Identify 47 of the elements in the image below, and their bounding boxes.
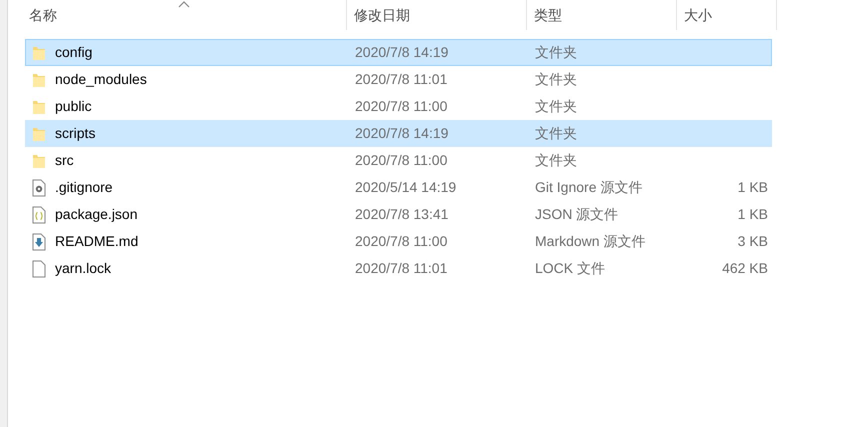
- folder-icon: [32, 72, 46, 88]
- file-name: public: [55, 97, 92, 116]
- file-row[interactable]: scripts 2020/7/8 14:19 文件夹: [25, 120, 772, 147]
- file-size: 1 KB: [738, 178, 768, 197]
- modified-date: 2020/7/8 11:01: [355, 260, 448, 276]
- file-size: 3 KB: [738, 232, 768, 251]
- column-header[interactable]: 大小: [677, 0, 777, 30]
- file-name: yarn.lock: [55, 259, 112, 278]
- modified-date: 2020/7/8 11:00: [355, 233, 448, 249]
- modified-date: 2020/7/8 14:19: [355, 44, 448, 60]
- file-type: LOCK 文件: [535, 260, 606, 276]
- modified-date: 2020/7/8 11:00: [355, 152, 448, 168]
- file-name: README.md: [55, 232, 138, 251]
- document-icon: [32, 260, 46, 278]
- folder-icon: [32, 152, 46, 168]
- file-name: config: [55, 43, 92, 62]
- braces-file-icon: [32, 206, 46, 224]
- file-name: .gitignore: [55, 178, 113, 197]
- file-type: Markdown 源文件: [535, 233, 646, 249]
- file-name: package.json: [55, 205, 138, 224]
- gear-file-icon: [32, 178, 46, 196]
- column-header[interactable]: 名称: [22, 0, 347, 30]
- modified-date: 2020/7/8 11:01: [355, 71, 448, 87]
- file-type: 文件夹: [535, 98, 577, 114]
- modified-date: 2020/7/8 14:19: [355, 125, 448, 141]
- file-type: 文件夹: [535, 152, 577, 168]
- file-type: 文件夹: [535, 125, 577, 141]
- file-type: Git Ignore 源文件: [535, 179, 642, 195]
- sort-caret-icon: [178, 1, 190, 8]
- file-name: node_modules: [55, 70, 147, 89]
- column-header[interactable]: 类型: [527, 0, 677, 30]
- modified-date: 2020/7/8 13:41: [355, 206, 448, 222]
- file-size: 1 KB: [738, 205, 768, 224]
- modified-date: 2020/7/8 11:00: [355, 98, 448, 114]
- folder-icon: [32, 44, 46, 60]
- file-size: 462 KB: [722, 259, 768, 278]
- file-type: JSON 源文件: [535, 206, 618, 222]
- file-type: 文件夹: [535, 44, 577, 60]
- file-type: 文件夹: [535, 71, 577, 87]
- folder-icon: [32, 126, 46, 142]
- folder-icon: [32, 98, 46, 114]
- file-name: scripts: [55, 124, 96, 143]
- file-name: src: [55, 151, 74, 170]
- modified-date: 2020/5/14 14:19: [355, 179, 456, 195]
- column-header[interactable]: 修改日期: [347, 0, 527, 30]
- file-row[interactable]: config 2020/7/8 14:19 文件夹: [25, 39, 772, 66]
- download-file-icon: [32, 232, 46, 250]
